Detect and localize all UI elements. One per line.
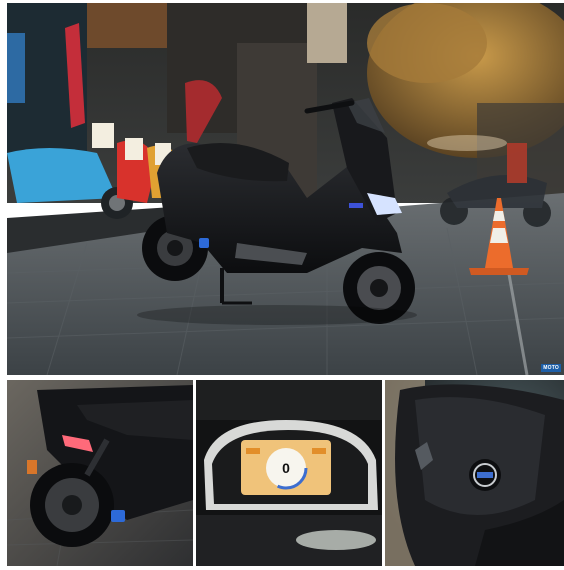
detail-photo-front-badge bbox=[385, 380, 564, 566]
front-badge-scene bbox=[385, 380, 564, 566]
hero-photo: MOTO bbox=[7, 3, 564, 375]
detail-photo-rear bbox=[7, 380, 193, 566]
watermark: MOTO bbox=[541, 364, 561, 372]
dashboard-scene: 0 bbox=[196, 380, 382, 566]
rear-detail-scene bbox=[7, 380, 193, 566]
speed-readout: 0 bbox=[282, 460, 290, 476]
detail-photo-dashboard: 0 bbox=[196, 380, 382, 566]
hero-scene bbox=[7, 3, 564, 375]
